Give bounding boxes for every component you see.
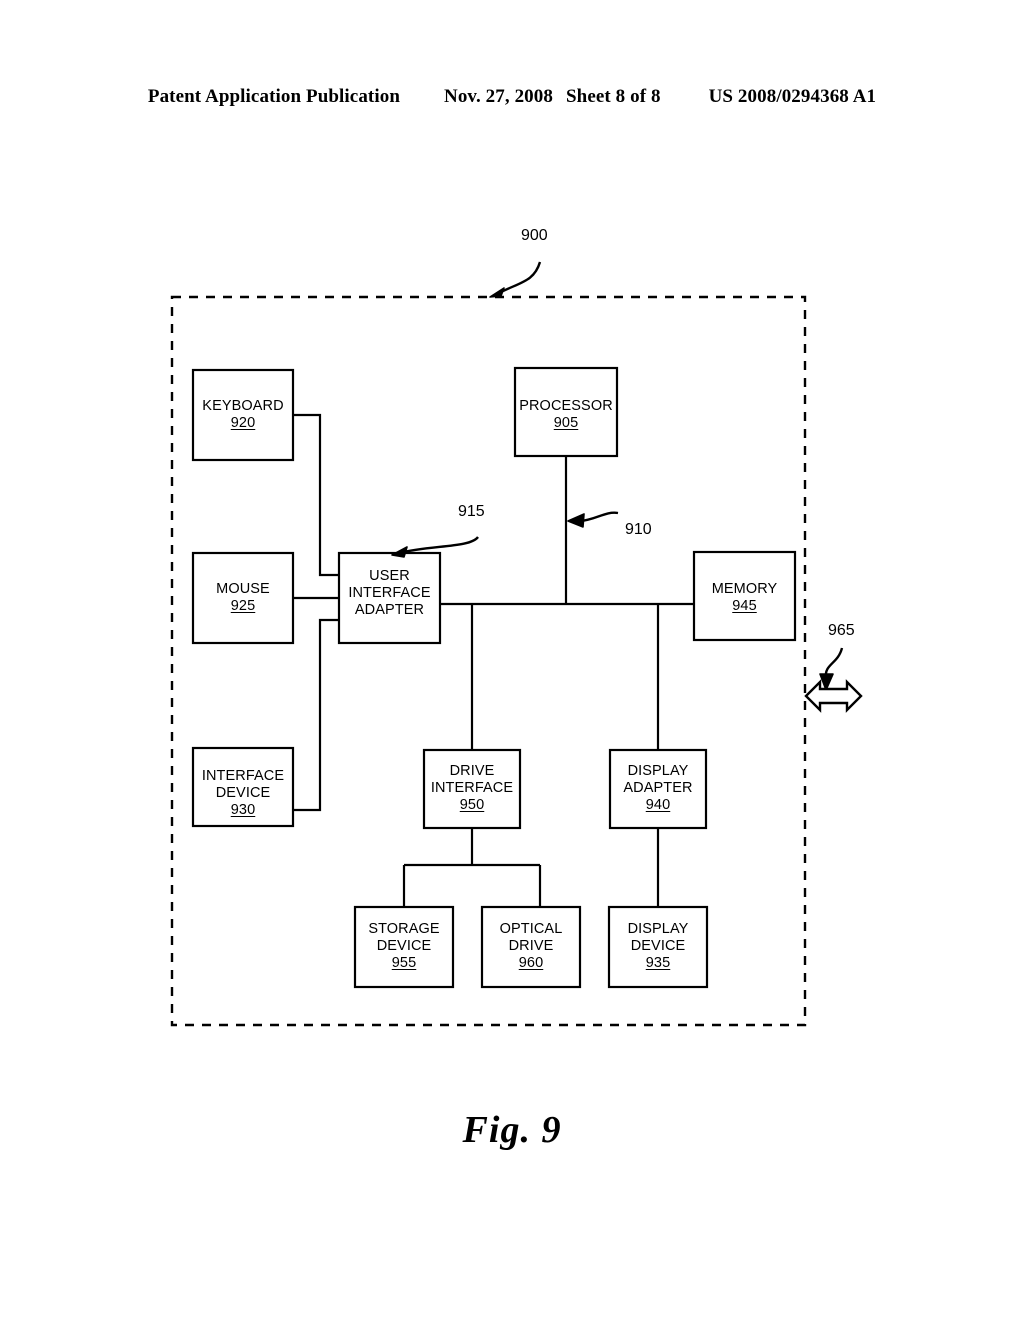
drive-interface-box — [422, 748, 522, 830]
optical-drive-box — [480, 905, 582, 989]
connector-interface-device-to-ui-adapter — [293, 618, 339, 812]
mouse-box — [191, 551, 295, 645]
ref-number-900: 900 — [521, 227, 548, 244]
external-link-double-arrow — [804, 679, 863, 713]
keyboard-box — [191, 368, 295, 462]
display-device-box — [607, 905, 709, 989]
leader-915-curve — [399, 536, 479, 555]
leader-965-arrowhead — [819, 673, 834, 691]
ref-number-910: 910 — [625, 521, 652, 538]
storage-device-box — [353, 905, 455, 989]
leader-910-arrowhead — [567, 513, 585, 528]
display-adapter-box — [608, 748, 708, 830]
figure-caption: Fig. 9 — [462, 1109, 562, 1151]
ref-number-915: 915 — [458, 503, 485, 520]
processor-box — [513, 366, 619, 458]
interface-device-box — [191, 746, 295, 828]
ref-number-965: 965 — [828, 622, 855, 639]
user-interface-adapter-box — [337, 551, 442, 645]
leader-910-curve — [579, 511, 619, 523]
memory-box — [692, 550, 797, 642]
leader-900-arrowhead — [489, 287, 505, 298]
connector-keyboard-to-ui-adapter — [293, 413, 339, 577]
